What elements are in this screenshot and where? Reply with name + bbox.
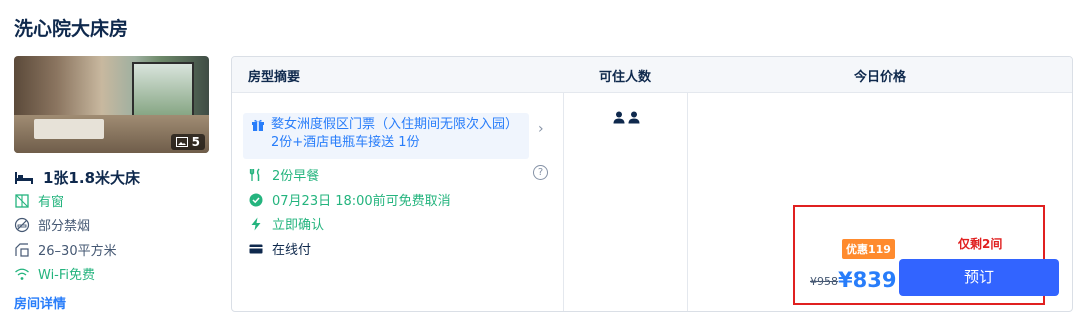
rate-table: 房型摘要 可住人数 今日价格 婺女洲度假区门票（入住期间无限次入园）2份+酒店电… (231, 56, 1073, 312)
occupancy-icons (613, 111, 640, 124)
header-room-summary: 房型摘要 (248, 70, 301, 85)
room-photo[interactable]: 5 (14, 56, 209, 153)
payment-label: 在线付 (272, 243, 312, 258)
amenity-label: 26–30平方米 (38, 244, 117, 259)
cancellation-label: 07月23日 18:00前可免费取消 (272, 194, 451, 209)
person-icon (613, 111, 625, 124)
header-price: 今日价格 (854, 70, 907, 85)
header-occupancy: 可住人数 (599, 70, 652, 85)
area-icon (15, 242, 29, 257)
gift-icon (252, 119, 264, 131)
current-price: ¥839 (838, 268, 897, 292)
amenity-area: 26–30平方米 (14, 240, 117, 259)
cancellation-feature: 07月23日 18:00前可免费取消 (249, 190, 451, 209)
lightning-icon (251, 217, 261, 230)
window-icon (15, 193, 29, 208)
original-price: ¥958 (810, 275, 838, 288)
amenity-label: 部分禁烟 (38, 219, 91, 234)
confirm-label: 立即确认 (272, 218, 325, 233)
column-divider (687, 93, 688, 311)
amenity-smoking: 部分禁烟 (14, 215, 90, 234)
rate-table-header: 房型摘要 可住人数 今日价格 (232, 57, 1072, 93)
person-icon (628, 111, 640, 124)
bed-type-label: 1张1.8米大床 (43, 169, 141, 187)
no-smoking-icon (14, 217, 30, 232)
check-circle-icon (249, 193, 263, 206)
breakfast-feature: 2份早餐 (249, 165, 319, 184)
help-icon[interactable]: ? (533, 165, 548, 180)
image-icon (175, 137, 188, 147)
gift-package[interactable]: 婺女洲度假区门票（入住期间无限次入园）2份+酒店电瓶车接送 1份 (243, 113, 529, 159)
payment-feature: 在线付 (249, 239, 311, 258)
gift-text: 婺女洲度假区门票（入住期间无限次入园）2份+酒店电瓶车接送 1份 (271, 117, 519, 150)
photo-bed (34, 119, 104, 139)
amenity-label: Wi-Fi免费 (38, 268, 96, 283)
photo-count-badge[interactable]: 5 (170, 134, 205, 150)
room-detail-link[interactable]: 房间详情 (14, 293, 66, 312)
promo-badge: 优惠119 (842, 239, 895, 259)
amenity-window: 有窗 (14, 191, 64, 210)
bed-type: 1张1.8米大床 (14, 167, 140, 188)
rooms-left-notice: 仅剩2间 (958, 237, 1003, 251)
photo-count: 5 (191, 135, 200, 149)
photo-window-scene (132, 62, 194, 122)
book-button[interactable]: 预订 (899, 259, 1059, 296)
column-divider (563, 93, 564, 311)
confirm-feature: 立即确认 (249, 214, 324, 233)
bed-icon (15, 171, 33, 184)
amenity-wifi: Wi-Fi免费 (14, 264, 95, 283)
utensils-icon (249, 168, 260, 181)
breakfast-label: 2份早餐 (272, 169, 320, 184)
wifi-icon (15, 268, 29, 280)
chevron-right-icon[interactable]: › (538, 121, 544, 137)
card-icon (249, 244, 263, 253)
room-title: 洗心院大床房 (14, 18, 129, 40)
amenity-label: 有窗 (38, 195, 65, 210)
